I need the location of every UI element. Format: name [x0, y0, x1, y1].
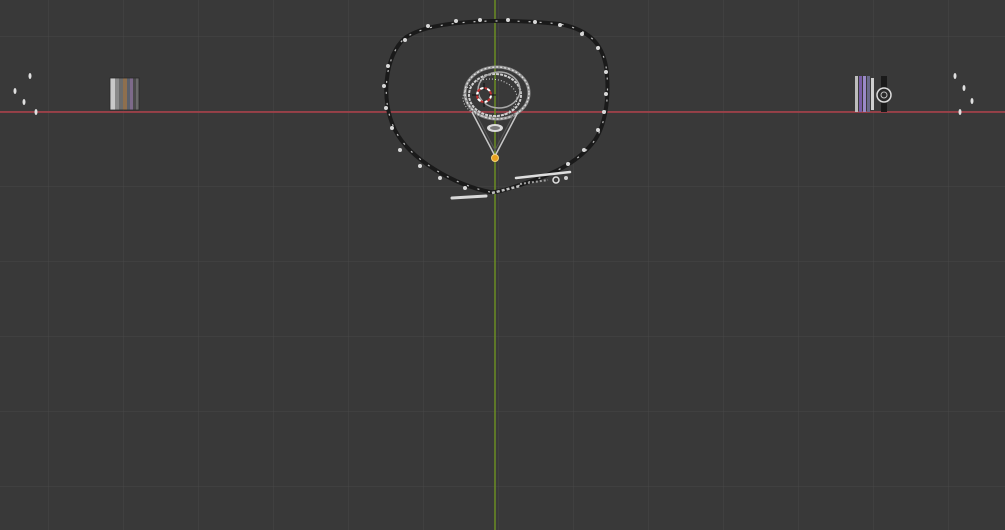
watch-and-bangles-right[interactable]: [855, 76, 892, 112]
swatch-bars-left[interactable]: [109, 77, 140, 111]
3d-viewport[interactable]: [0, 0, 1005, 530]
grid-floor: [0, 0, 1005, 530]
viewport-canvas[interactable]: [0, 0, 1005, 530]
